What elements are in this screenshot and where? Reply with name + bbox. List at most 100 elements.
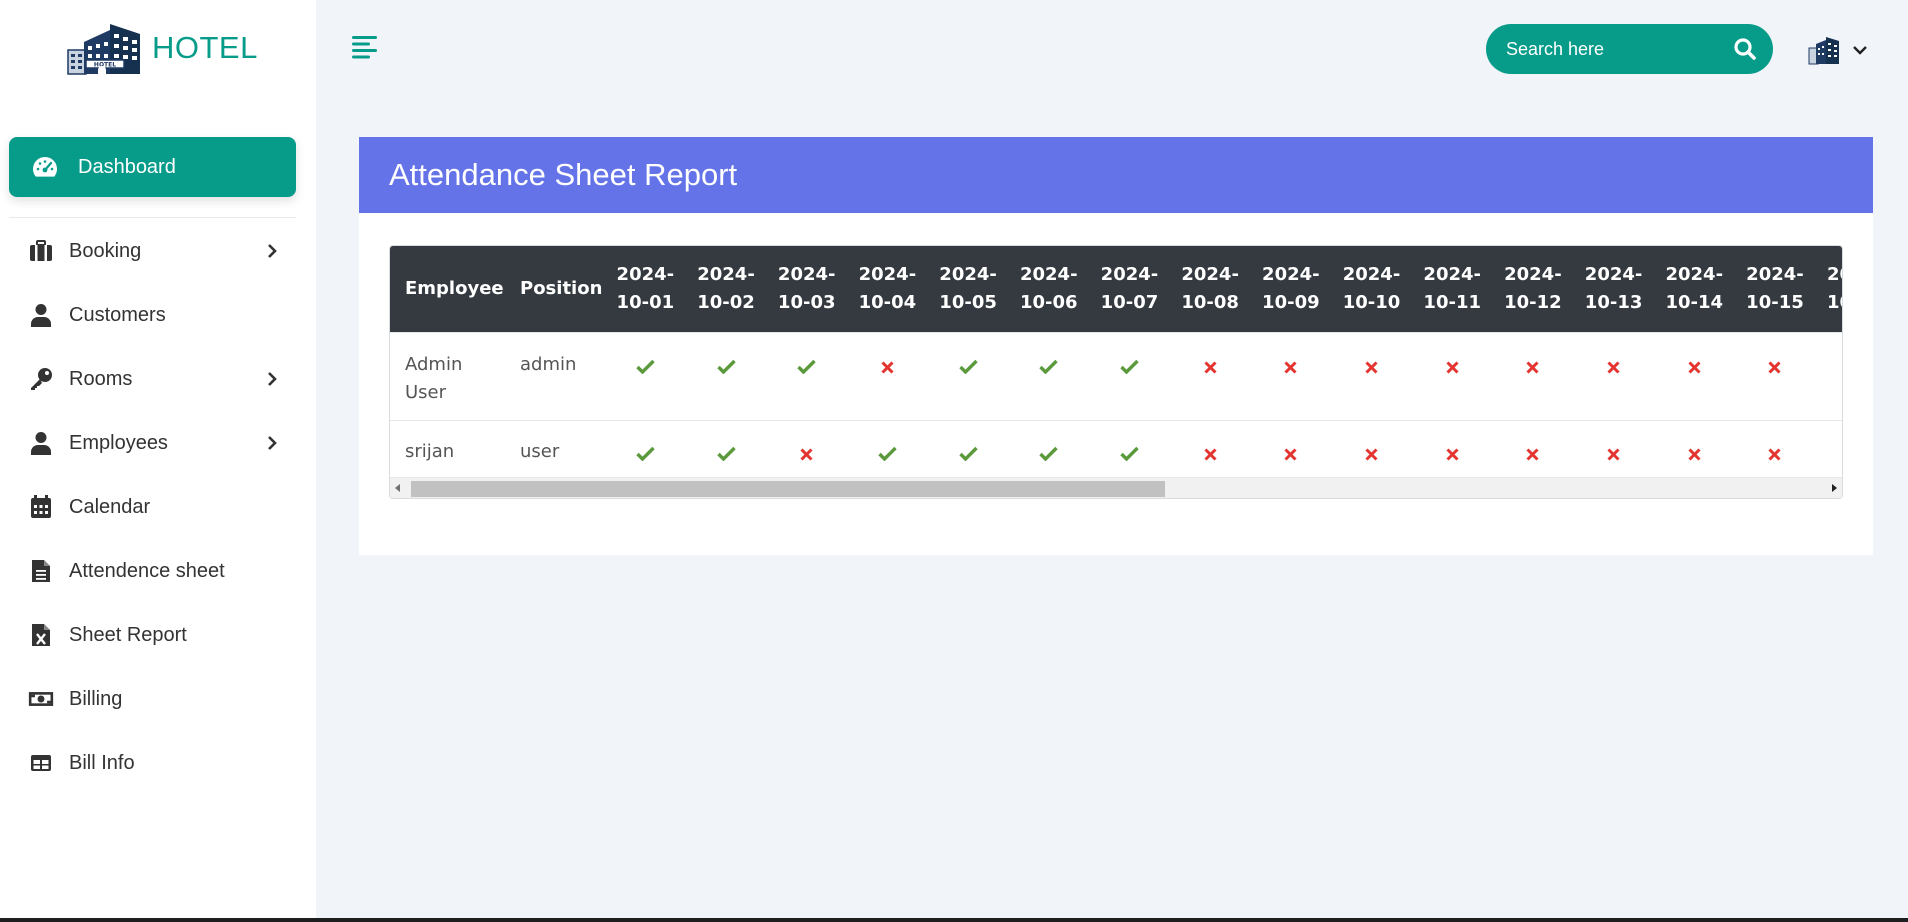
attendance-cell bbox=[1250, 331, 1332, 420]
present-check-icon bbox=[1039, 445, 1058, 466]
sidebar-item-label: Calendar bbox=[69, 495, 151, 518]
attendance-cell bbox=[685, 331, 767, 420]
date-label: 2024-10-13 bbox=[1584, 263, 1643, 313]
sidebar-item-bill-info[interactable]: Bill Info bbox=[0, 731, 316, 795]
column-header-date[interactable]: 2024-10-05 bbox=[927, 246, 1009, 332]
column-header-date[interactable]: 2024-10-07 bbox=[1089, 246, 1170, 332]
attendance-cell bbox=[1250, 419, 1332, 479]
sidebar-nav: Booking Customers Rooms Employees Calend… bbox=[0, 219, 316, 795]
absent-x-icon bbox=[1284, 445, 1297, 466]
window-bottom-edge bbox=[0, 918, 1908, 922]
attendance-report-panel: Attendance Sheet Report Employee Positio… bbox=[359, 137, 1873, 555]
attendance-cell bbox=[1734, 331, 1816, 420]
excel-file-icon bbox=[28, 622, 54, 648]
attendance-cell bbox=[1169, 331, 1251, 420]
date-label: 2024-10-07 bbox=[1100, 263, 1159, 313]
attendance-cell bbox=[847, 419, 928, 479]
attendance-table: Employee Position 2024-10-01 2024-10-02 20… bbox=[390, 246, 1842, 479]
attendance-cell bbox=[766, 419, 848, 479]
date-label: 2024-10-11 bbox=[1423, 263, 1481, 313]
attendance-cell bbox=[1815, 419, 1842, 479]
attendance-cell bbox=[605, 419, 686, 479]
column-header-date[interactable]: 2024-10-02 bbox=[685, 246, 767, 332]
sidebar-item-attendence-sheet[interactable]: Attendence sheet bbox=[0, 539, 316, 603]
brand-name: HOTEL bbox=[152, 30, 258, 65]
absent-x-icon bbox=[800, 445, 813, 466]
column-header-date[interactable]: 2024-10-04 bbox=[847, 246, 928, 332]
table-icon bbox=[28, 750, 54, 776]
attendance-cell bbox=[1411, 331, 1493, 420]
menu-toggle-icon[interactable] bbox=[350, 34, 380, 60]
present-check-icon bbox=[958, 358, 978, 379]
sidebar-item-billing[interactable]: Billing bbox=[0, 667, 316, 731]
sidebar-item-dashboard[interactable]: Dashboard bbox=[9, 137, 296, 197]
sidebar-item-customers[interactable]: Customers bbox=[0, 283, 316, 347]
absent-x-icon bbox=[1204, 358, 1217, 379]
attendance-cell bbox=[1573, 331, 1654, 420]
horizontal-scrollbar[interactable] bbox=[390, 477, 1842, 498]
sidebar-item-label: Booking bbox=[69, 239, 142, 262]
sidebar-item-calendar[interactable]: Calendar bbox=[0, 475, 316, 539]
column-header-date[interactable]: 2024-10-06 bbox=[1008, 246, 1090, 332]
column-header-date[interactable]: 2024-10-01 bbox=[605, 246, 686, 332]
chevron-down-icon bbox=[1853, 46, 1867, 55]
column-header-date[interactable]: 2024-10-03 bbox=[766, 246, 848, 332]
absent-x-icon bbox=[1204, 445, 1217, 466]
present-check-icon bbox=[636, 358, 655, 379]
panel-header: Attendance Sheet Report bbox=[359, 137, 1873, 213]
date-label: 2024-10-14 bbox=[1665, 263, 1724, 313]
column-header-date[interactable]: 2024-10-13 bbox=[1573, 246, 1654, 332]
column-header-date[interactable]: 2024-10-12 bbox=[1492, 246, 1574, 332]
absent-x-icon bbox=[1607, 358, 1620, 379]
calendar-icon bbox=[28, 494, 54, 520]
column-header-date[interactable]: 2024-10-15 bbox=[1734, 246, 1816, 332]
absent-x-icon bbox=[1526, 358, 1539, 379]
date-label: 2024-10-10 bbox=[1342, 263, 1401, 313]
absent-x-icon bbox=[1526, 445, 1539, 466]
search-bar bbox=[1486, 24, 1773, 74]
attendance-cell bbox=[1815, 331, 1842, 420]
attendance-cell bbox=[1331, 419, 1412, 479]
date-label: 2024-10-15 bbox=[1746, 263, 1804, 313]
column-header-employee[interactable]: Employee bbox=[390, 246, 505, 332]
sidebar-item-sheet-report[interactable]: Sheet Report bbox=[0, 603, 316, 667]
search-icon[interactable] bbox=[1733, 37, 1757, 61]
absent-x-icon bbox=[1607, 445, 1620, 466]
page-title: Attendance Sheet Report bbox=[389, 157, 738, 192]
chevron-right-icon bbox=[265, 369, 279, 389]
hotel-building-icon: HOTEL bbox=[67, 24, 140, 75]
position-cell: user bbox=[505, 419, 605, 479]
column-header-position[interactable]: Position bbox=[505, 246, 605, 332]
absent-x-icon bbox=[1284, 358, 1297, 379]
sidebar-item-employees[interactable]: Employees bbox=[0, 411, 316, 475]
search-input[interactable] bbox=[1506, 38, 1726, 60]
scroll-left-arrow-icon[interactable] bbox=[394, 484, 402, 492]
sidebar-item-label: Bill Info bbox=[69, 751, 135, 774]
sidebar-item-label: Billing bbox=[69, 687, 123, 710]
column-header-date[interactable]: 2024-10-09 bbox=[1250, 246, 1332, 332]
column-header-date[interactable]: 2024-10-14 bbox=[1653, 246, 1735, 332]
table-row: srijan user bbox=[390, 419, 1842, 479]
date-label: 2024-10-01 bbox=[616, 263, 675, 313]
column-header-date[interactable]: 2024-10-10 bbox=[1331, 246, 1412, 332]
brand-logo[interactable]: HOTEL HOTEL bbox=[66, 20, 258, 76]
absent-x-icon bbox=[1446, 445, 1459, 466]
sidebar-item-label: Attendence sheet bbox=[69, 559, 225, 582]
sidebar-item-label: Employees bbox=[69, 431, 168, 454]
attendance-cell bbox=[927, 419, 1009, 479]
user-menu[interactable] bbox=[1808, 34, 1868, 66]
scroll-right-arrow-icon[interactable] bbox=[1830, 484, 1838, 492]
attendance-cell bbox=[1008, 419, 1090, 479]
absent-x-icon bbox=[1688, 445, 1701, 466]
sidebar-item-rooms[interactable]: Rooms bbox=[0, 347, 316, 411]
column-header-date[interactable]: 2024-10-16 bbox=[1815, 246, 1842, 332]
column-header-date[interactable]: 2024-10-11 bbox=[1411, 246, 1493, 332]
present-check-icon bbox=[716, 358, 736, 379]
present-check-icon bbox=[1039, 358, 1058, 379]
column-header-date[interactable]: 2024-10-08 bbox=[1169, 246, 1251, 332]
speedometer-icon bbox=[31, 153, 59, 181]
sidebar-item-booking[interactable]: Booking bbox=[0, 219, 316, 283]
scrollbar-thumb[interactable] bbox=[411, 481, 1165, 497]
present-check-icon bbox=[716, 445, 736, 466]
sidebar: HOTEL HOTEL Dashboard Booking Customers … bbox=[0, 0, 316, 918]
